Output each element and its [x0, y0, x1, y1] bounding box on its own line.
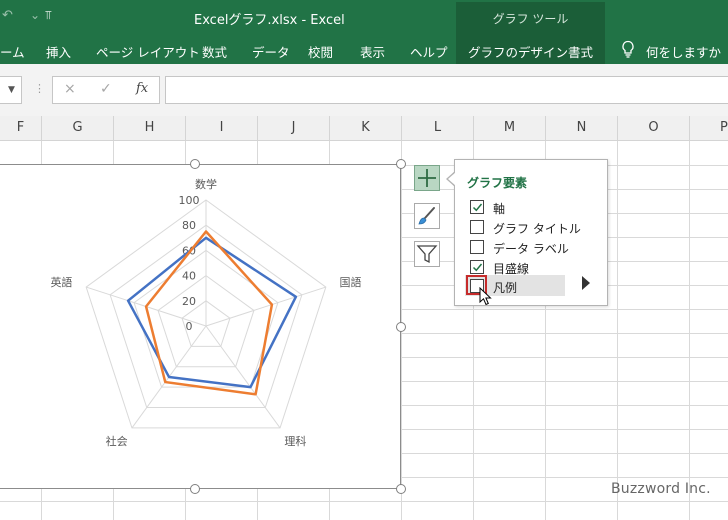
name-box-dropdown-icon[interactable]: ▼ — [8, 85, 15, 95]
checkbox-axes[interactable] — [470, 200, 484, 214]
tab-view[interactable]: 表示 — [360, 42, 385, 61]
radar-tick-label-80: 80 — [182, 219, 196, 232]
column-header-n[interactable]: N — [546, 116, 618, 140]
radar-axis-label-0: 数学 — [195, 177, 217, 191]
resize-handle-bottom[interactable] — [190, 484, 200, 494]
undo-dropdown-icon[interactable]: ⌄ — [30, 8, 40, 22]
column-header-g[interactable]: G — [42, 116, 114, 140]
chart-element-label: 凡例 — [493, 281, 518, 295]
tab-home[interactable]: ーム — [0, 42, 25, 61]
resize-handle-top[interactable] — [190, 159, 200, 169]
column-header-o[interactable]: O — [618, 116, 690, 140]
radar-tick-label-0: 0 — [186, 320, 193, 333]
resize-handle-right[interactable] — [396, 322, 406, 332]
radar-axis-label-2: 理科 — [284, 434, 306, 448]
radar-axis-label-4: 英語 — [50, 275, 72, 289]
flyout-pointer-fill — [448, 172, 456, 186]
column-header-k[interactable]: K — [330, 116, 402, 140]
radar-spoke-1 — [205, 286, 326, 327]
column-header-l[interactable]: L — [402, 116, 474, 140]
mouse-pointer-icon — [479, 287, 492, 306]
radar-plot: 020406080100数学国語理科社会英語 — [50, 177, 362, 448]
column-header-j[interactable]: J — [258, 116, 330, 140]
chart-styles-button[interactable] — [414, 203, 440, 229]
radar-tick-label-100: 100 — [179, 194, 200, 207]
chart-elements-plus-icon — [418, 169, 436, 187]
radar-tick-label-20: 20 — [182, 295, 196, 308]
column-header-i[interactable]: I — [186, 116, 258, 140]
tab-help[interactable]: ヘルプ — [410, 42, 448, 61]
column-header-m[interactable]: M — [474, 116, 546, 140]
tab-formulas[interactable]: 数式 — [202, 42, 227, 61]
check-icon — [472, 203, 483, 212]
tab-format[interactable]: 書式 — [568, 42, 593, 61]
chart-element-label: 軸 — [493, 202, 506, 216]
context-tab-group-label: グラフ ツール — [492, 12, 569, 26]
formula-bar: ▼ ⋮ × ✓ fx — [0, 64, 728, 116]
customize-qat-icon[interactable]: ⫪ — [45, 8, 52, 23]
cancel-icon[interactable]: × — [64, 81, 76, 97]
context-tab-group-header: グラフ ツール — [456, 2, 605, 36]
chart-element-chart-title[interactable]: グラフ タイトル — [455, 217, 607, 237]
title-bar: ↶ ⌄ ⫪ Excelグラフ.xlsx - Excel グラフ ツール — [0, 0, 728, 36]
tab-review[interactable]: 校閲 — [308, 42, 333, 61]
resize-handle-bottom-right[interactable] — [396, 484, 406, 494]
tab-data[interactable]: データ — [252, 42, 290, 61]
column-headers: F G H I J K L M N O P — [0, 116, 728, 141]
radar-spoke-2 — [205, 325, 281, 429]
lightbulb-icon[interactable] — [620, 40, 636, 58]
chart-element-gridlines[interactable]: 目盛線 — [455, 257, 607, 277]
column-header-h[interactable]: H — [114, 116, 186, 140]
checkbox-data-labels[interactable] — [470, 240, 484, 254]
chart-element-label: データ ラベル — [493, 242, 569, 256]
enter-icon[interactable]: ✓ — [100, 81, 112, 97]
radar-axis-label-1: 国語 — [340, 275, 362, 289]
radar-axis-label-3: 社会 — [106, 434, 128, 448]
legend-submenu-arrow-icon[interactable] — [582, 276, 590, 290]
chart-elements-button[interactable] — [414, 165, 440, 191]
chart-element-label: グラフ タイトル — [493, 222, 581, 236]
radar-chart[interactable]: 0 20 40 60 80 100 数学 国語 理科 社会 英語 — [0, 164, 401, 489]
insert-function-icon[interactable]: fx — [136, 81, 148, 96]
check-icon — [472, 263, 483, 272]
formula-input[interactable] — [165, 76, 728, 104]
ribbon-tab-bar: ーム 挿入 ページ レイアウト 数式 データ 校閲 表示 ヘルプ グラフのデザイ… — [0, 36, 728, 64]
chart-filters-button[interactable] — [414, 241, 440, 267]
chart-filters-funnel-icon — [416, 245, 438, 264]
chart-element-axes[interactable]: 軸 — [455, 197, 607, 217]
flyout-title: グラフ要素 — [467, 176, 528, 190]
undo-icon[interactable]: ↶ — [2, 8, 13, 23]
watermark: Buzzword Inc. — [611, 481, 711, 497]
tell-me-search[interactable]: 何をしますか — [646, 42, 721, 61]
column-header-p[interactable]: P — [690, 116, 728, 140]
tab-chart-design[interactable]: グラフのデザイン — [468, 42, 568, 61]
chart-styles-brush-icon — [418, 207, 435, 225]
tab-insert[interactable]: 挿入 — [46, 42, 71, 61]
document-title: Excelグラフ.xlsx - Excel — [194, 13, 345, 28]
checkbox-gridlines[interactable] — [470, 260, 484, 274]
radar-tick-label-40: 40 — [182, 270, 196, 283]
chart-element-data-labels[interactable]: データ ラベル — [455, 237, 607, 257]
column-header-f[interactable]: F — [0, 116, 42, 140]
formula-bar-grip-icon: ⋮ — [34, 82, 45, 95]
resize-handle-top-right[interactable] — [396, 159, 406, 169]
checkbox-chart-title[interactable] — [470, 220, 484, 234]
tab-page-layout[interactable]: ページ レイアウト — [96, 42, 200, 61]
